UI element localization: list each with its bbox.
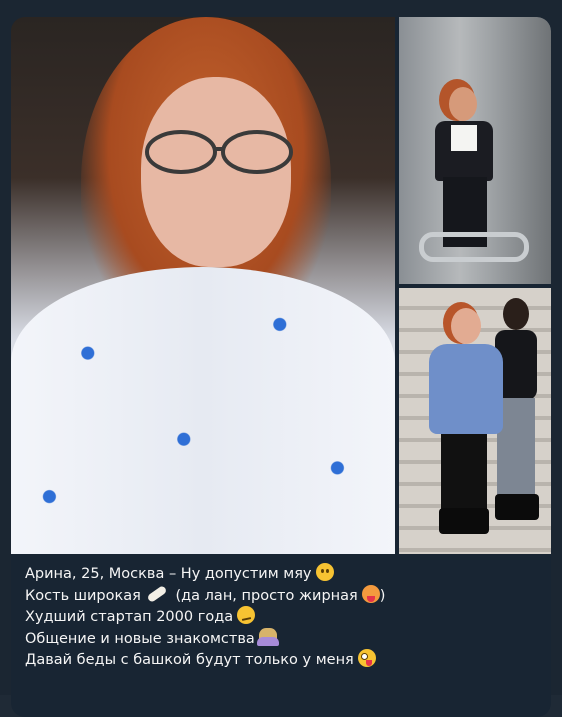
- glasses-shape: [145, 130, 293, 174]
- caption-line-2-text-before: Кость широкая: [25, 587, 141, 604]
- stairs-person-right-head: [503, 298, 529, 330]
- photo-album: [11, 17, 551, 554]
- message-bubble[interactable]: Арина, 25, Москва – Ну допустим мяу Кост…: [11, 17, 551, 717]
- zany-face-icon: [357, 649, 376, 667]
- photo-stairs[interactable]: [399, 288, 551, 554]
- stairs-person-right-boots: [495, 494, 539, 520]
- stairs-person-left-head: [451, 308, 481, 344]
- photo-elevator[interactable]: [399, 17, 551, 284]
- slightly-smiling-face-icon: [315, 563, 334, 581]
- photo-main[interactable]: [11, 17, 395, 554]
- elevator-handrail: [419, 232, 529, 262]
- caption-line-5-text: Давай беды с башкой будут только у меня: [25, 652, 354, 668]
- bone-icon: [146, 584, 168, 603]
- nauseated-face-icon: [361, 584, 380, 603]
- person-raising-hand-icon: [256, 627, 279, 646]
- caption-line-3-text: Худший стартап 2000 года: [25, 609, 234, 625]
- stairs-person-left: [429, 308, 503, 538]
- elevator-person-shape: [429, 87, 499, 247]
- stairs-person-left-boots: [439, 508, 489, 534]
- photo-dress-shape: [11, 267, 395, 554]
- caption-line-2-text-after: (да лан, просто жирная: [175, 587, 358, 604]
- caption-line-2: Кость широкая (да лан, просто жирная): [25, 584, 545, 607]
- caption-line-1-text: Арина, 25, Москва – Ну допустим мяу: [25, 566, 312, 582]
- elevator-person-head: [449, 87, 477, 121]
- stairs-person-left-pants: [441, 434, 487, 514]
- message-caption: Арина, 25, Москва – Ну допустим мяу Кост…: [25, 563, 545, 671]
- caption-line-3: Худший стартап 2000 года: [25, 606, 545, 628]
- caption-line-2-text-end: ): [379, 587, 386, 604]
- caption-line-4: Общение и новые знакомства: [25, 627, 545, 650]
- elevator-person-top: [451, 125, 477, 151]
- caption-line-1: Арина, 25, Москва – Ну допустим мяу: [25, 563, 545, 585]
- stairs-person-left-shirt: [429, 344, 503, 434]
- caption-line-4-text: Общение и новые знакомства: [25, 630, 255, 647]
- caption-line-5: Давай беды с башкой будут только у меня: [25, 649, 545, 671]
- smirking-face-icon: [237, 606, 256, 624]
